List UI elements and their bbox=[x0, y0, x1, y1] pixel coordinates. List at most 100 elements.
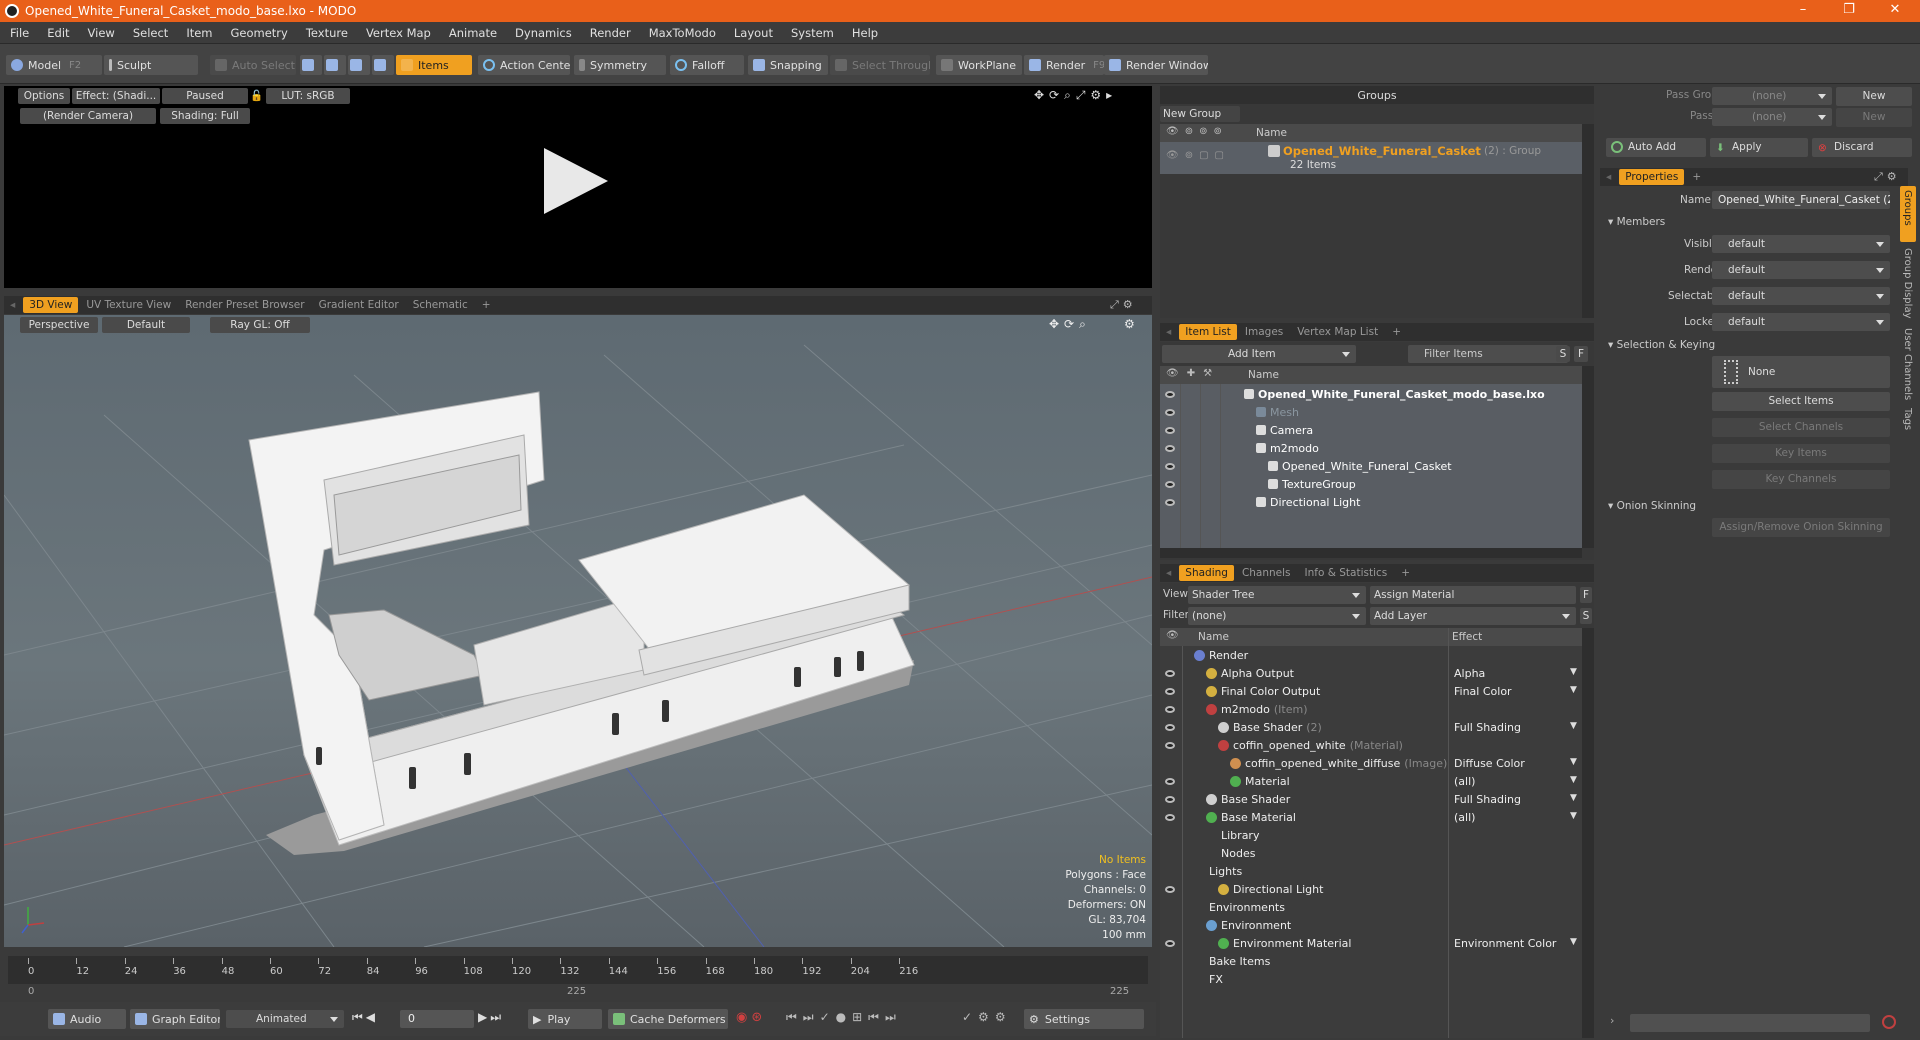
shading-scrollbar[interactable] bbox=[1582, 628, 1594, 1038]
symmetry-button[interactable]: Symmetry bbox=[574, 55, 666, 75]
play-icon[interactable] bbox=[544, 148, 608, 214]
item-list-row[interactable]: Directional Light bbox=[1160, 494, 1582, 512]
locked-dropdown[interactable]: default bbox=[1712, 313, 1890, 331]
effect-dropdown-arrow-icon[interactable]: ▼ bbox=[1570, 775, 1577, 785]
group-name-input[interactable]: Opened_White_Funeral_Casket (2 bbox=[1712, 191, 1890, 209]
shader-tree-row[interactable]: Directional Light bbox=[1160, 881, 1582, 899]
command-input[interactable] bbox=[1630, 1014, 1870, 1032]
passes-dropdown[interactable]: (none) bbox=[1712, 108, 1832, 126]
shader-tree-row[interactable]: Nodes bbox=[1160, 845, 1582, 863]
viewport-panel-icons[interactable]: ⤢⚙ bbox=[1110, 298, 1137, 312]
select-channels-button[interactable]: Select Channels bbox=[1712, 418, 1890, 437]
lock-icon[interactable]: 🔓 bbox=[250, 88, 262, 104]
preview-paused-button[interactable]: Paused bbox=[162, 88, 248, 104]
filter-items-input[interactable]: Filter Items bbox=[1408, 345, 1568, 363]
visibility-eye-icon[interactable] bbox=[1165, 409, 1175, 416]
menu-system[interactable]: System bbox=[791, 26, 834, 40]
visibility-eye-icon[interactable] bbox=[1165, 688, 1175, 695]
shader-tree-row[interactable]: Render bbox=[1160, 647, 1582, 665]
tab-vertex-map-list[interactable]: Vertex Map List bbox=[1291, 324, 1384, 340]
item-list-row[interactable]: m2modo bbox=[1160, 440, 1582, 458]
preview-nav-icons[interactable]: ✥⟳⌕⤢⚙▸ bbox=[1034, 88, 1117, 103]
viewport-nav-icons[interactable]: ✥⟳⌕ bbox=[1049, 317, 1091, 332]
record-macro-icon[interactable] bbox=[1882, 1015, 1896, 1029]
groups-scrollbar[interactable] bbox=[1582, 124, 1594, 318]
visible-dropdown[interactable]: default bbox=[1712, 235, 1890, 253]
group-row-icons[interactable]: 👁⊚▢▢ bbox=[1166, 150, 1230, 161]
shader-effect-label[interactable]: Final Color bbox=[1454, 685, 1512, 698]
visibility-eye-icon[interactable] bbox=[1165, 886, 1175, 893]
shader-effect-label[interactable]: Diffuse Color bbox=[1454, 757, 1525, 770]
menu-file[interactable]: File bbox=[10, 26, 29, 40]
selectable-dropdown[interactable]: default bbox=[1712, 287, 1890, 305]
tab-channels[interactable]: Channels bbox=[1236, 565, 1297, 581]
menu-view[interactable]: View bbox=[88, 26, 115, 40]
onion-skinning-section[interactable]: ▾ Onion Skinning bbox=[1608, 500, 1696, 512]
visibility-eye-icon[interactable] bbox=[1165, 670, 1175, 677]
itemlist-scrollbar[interactable] bbox=[1582, 366, 1594, 548]
tab-item-list[interactable]: Item List bbox=[1179, 324, 1237, 340]
visibility-eye-icon[interactable] bbox=[1165, 706, 1175, 713]
menu-render[interactable]: Render bbox=[590, 26, 631, 40]
visibility-eye-icon[interactable] bbox=[1165, 445, 1175, 452]
shading-f-button[interactable]: F bbox=[1580, 587, 1592, 603]
key-tools-icons[interactable]: ✓⚙⚙ bbox=[962, 1010, 1012, 1024]
raygl-dropdown[interactable]: Ray GL: Off bbox=[210, 317, 310, 333]
shader-tree-row[interactable]: m2modo (Item) bbox=[1160, 701, 1582, 719]
members-section[interactable]: ▾ Members bbox=[1608, 216, 1665, 228]
apply-button[interactable]: ⬇ Apply bbox=[1710, 138, 1808, 157]
minimize-button[interactable]: – bbox=[1780, 0, 1826, 22]
item-list-row[interactable]: Camera bbox=[1160, 422, 1582, 440]
tab-properties[interactable]: Properties bbox=[1619, 169, 1685, 185]
action-center-button[interactable]: Action Center bbox=[478, 55, 570, 75]
visibility-eye-icon[interactable] bbox=[1165, 778, 1175, 785]
model-mode-button[interactable]: Model F2 bbox=[6, 55, 102, 75]
item-list-row[interactable]: TextureGroup bbox=[1160, 476, 1582, 494]
effect-dropdown-arrow-icon[interactable]: ▼ bbox=[1570, 667, 1577, 677]
shader-tree-row[interactable]: coffin_opened_white_diffuse (Image) Diffus… bbox=[1160, 755, 1582, 773]
add-tab-button[interactable]: + bbox=[1386, 324, 1407, 340]
visibility-eye-icon[interactable] bbox=[1165, 499, 1175, 506]
assign-material-input[interactable]: Assign Material bbox=[1370, 586, 1576, 604]
itemlist-col-icons[interactable]: 👁✚⚒ bbox=[1166, 368, 1220, 379]
menu-item[interactable]: Item bbox=[186, 26, 212, 40]
settings-button[interactable]: ⚙ Settings bbox=[1024, 1009, 1144, 1029]
menu-texture[interactable]: Texture bbox=[306, 26, 348, 40]
shading-style-dropdown[interactable]: Default bbox=[102, 317, 190, 333]
menu-edit[interactable]: Edit bbox=[47, 26, 69, 40]
timeline[interactable]: 0 12 24 36 48 60 72 84 96 108 120 132 144 156 168 180 19… bbox=[4, 952, 1152, 998]
shader-tree-row[interactable]: coffin_opened_white (Material) bbox=[1160, 737, 1582, 755]
add-tab-button[interactable]: + bbox=[1395, 565, 1416, 581]
pass-groups-dropdown[interactable]: (none) bbox=[1712, 87, 1832, 105]
group-row[interactable]: 👁⊚▢▢ Opened_White_Funeral_Casket (2) : G… bbox=[1160, 142, 1582, 174]
vertices-mode-button[interactable] bbox=[300, 55, 322, 75]
visibility-eye-icon[interactable] bbox=[1165, 481, 1175, 488]
select-items-button[interactable]: Select Items bbox=[1712, 392, 1890, 411]
add-tab-button[interactable]: + bbox=[476, 297, 497, 313]
selection-keying-section[interactable]: ▾ Selection & Keying bbox=[1608, 339, 1715, 351]
groups-col-icons[interactable]: 👁⊚⊚⊚ bbox=[1166, 126, 1228, 137]
shader-effect-label[interactable]: (all) bbox=[1454, 811, 1475, 824]
shader-effect-label[interactable]: (all) bbox=[1454, 775, 1475, 788]
record-key-icons[interactable]: ◉⊛ bbox=[736, 1010, 766, 1025]
side-tab-tags[interactable]: Tags bbox=[1902, 408, 1913, 430]
effect-dropdown-arrow-icon[interactable]: ▼ bbox=[1570, 811, 1577, 821]
visibility-eye-icon[interactable] bbox=[1165, 814, 1175, 821]
play-button[interactable]: ▶ Play bbox=[528, 1009, 602, 1029]
visibility-eye-icon[interactable] bbox=[1165, 796, 1175, 803]
tab-info-statistics[interactable]: Info & Statistics bbox=[1299, 565, 1394, 581]
skip-forward-icons[interactable]: ▶⏭ bbox=[478, 1010, 504, 1025]
visibility-eye-icon[interactable] bbox=[1165, 742, 1175, 749]
auto-select-button[interactable]: Auto Select bbox=[210, 55, 296, 75]
shader-tree-row[interactable]: Base Material (all) ▼ bbox=[1160, 809, 1582, 827]
add-tab-button[interactable]: + bbox=[1686, 169, 1707, 185]
shader-effect-label[interactable]: Environment Color bbox=[1454, 937, 1556, 950]
add-item-dropdown[interactable]: Add Item bbox=[1162, 345, 1356, 363]
visibility-eye-icon[interactable] bbox=[1165, 391, 1175, 398]
assign-onion-button[interactable]: Assign/Remove Onion Skinning bbox=[1712, 518, 1890, 537]
tab-schematic[interactable]: Schematic bbox=[407, 297, 474, 313]
key-items-button[interactable]: Key Items bbox=[1712, 444, 1890, 463]
tab-3d-view[interactable]: 3D View bbox=[23, 297, 79, 313]
skip-back-icons[interactable]: ⏮◀ bbox=[352, 1010, 378, 1025]
close-button[interactable]: ✕ bbox=[1872, 0, 1918, 22]
